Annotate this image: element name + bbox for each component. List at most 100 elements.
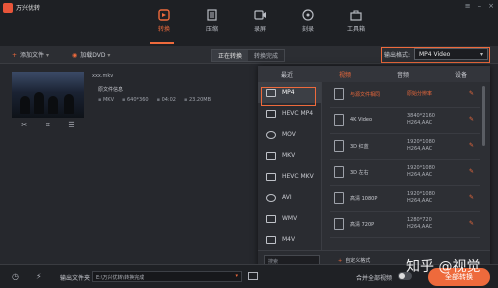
window-controls: ≡ – × [465, 2, 494, 10]
tab-burn-label: 刻录 [301, 26, 314, 33]
video-file-icon [266, 172, 276, 181]
preset-icon [334, 192, 344, 204]
status-segment: 正在转换 转换完成 [211, 49, 286, 62]
format-label: HEVC MKV [282, 173, 314, 180]
preset-resolution: 1920*1080 [407, 139, 435, 145]
tab-record-label: 录屏 [253, 26, 266, 33]
format-item-hevc-mp4[interactable]: HEVC MP4 [258, 103, 321, 124]
preset-spec: 3840*2160 H264,AAC [407, 113, 435, 127]
preset-item[interactable]: 与源文件相同 原始分辨率 ✎ [330, 82, 480, 108]
tab-device[interactable]: 设备 [432, 66, 490, 82]
preset-name: 高清 720P [350, 222, 375, 228]
format-item-avi[interactable]: AVI [258, 187, 321, 208]
crop-icon[interactable]: ⌗ [46, 121, 50, 130]
main-nav: 转换 压缩 录屏 刻录 工具箱 [140, 8, 380, 33]
preset-item[interactable]: 3D 左右 1920*1080 H264,AAC ✎ [330, 160, 480, 186]
video-file-icon [266, 235, 276, 244]
tab-convert[interactable]: 转换 [140, 8, 188, 33]
format-item-hevc-mkv[interactable]: HEVC MKV [258, 166, 321, 187]
watermark: 知乎 @视觉 [406, 259, 481, 275]
merge-label: 合并全部视频 [356, 275, 393, 282]
mp4-highlight [261, 87, 316, 106]
meta-size: 23.20MB [184, 97, 211, 103]
preset-codec: H264,AAC [407, 146, 433, 152]
load-dvd-button[interactable]: ◉ 加载DVD ▾ [72, 50, 110, 59]
tab-recent[interactable]: 最近 [258, 66, 316, 82]
preset-spec: 1920*1080 H264,AAC [407, 139, 435, 153]
app-title: 万兴优转 [16, 5, 41, 12]
format-item-wmv[interactable]: WMV [258, 208, 321, 229]
toolbox-icon [350, 10, 362, 21]
convert-icon [158, 9, 170, 21]
video-thumbnail[interactable] [12, 72, 84, 118]
preset-icon [334, 114, 344, 126]
avi-icon [266, 193, 276, 202]
edit-icon[interactable]: ✎ [469, 116, 474, 123]
edit-icon[interactable]: ✎ [469, 168, 474, 175]
tab-compress-label: 压缩 [205, 26, 218, 33]
meta-resolution: 640*360 [122, 97, 149, 103]
format-item-mov[interactable]: MOV [258, 124, 321, 145]
preset-icon [334, 166, 344, 178]
tab-record[interactable]: 录屏 [236, 8, 284, 33]
file-meta: MKV 640*360 04:02 23.20MB [98, 97, 211, 103]
format-label: MKV [282, 152, 296, 159]
edit-icon[interactable]: ✎ [469, 194, 474, 201]
tab-audio[interactable]: 音频 [374, 66, 432, 82]
format-label: M4V [282, 236, 296, 243]
effects-icon[interactable]: ☰ [68, 121, 74, 130]
bolt-icon[interactable]: ⚡ [36, 272, 42, 281]
tab-compress[interactable]: 压缩 [188, 8, 236, 33]
edit-icon[interactable]: ✎ [469, 142, 474, 149]
format-label: WMV [282, 215, 298, 222]
cut-icon[interactable]: ✂ [21, 121, 27, 130]
preset-item[interactable]: 高清 720P 1280*720 H264,AAC ✎ [330, 212, 480, 238]
preset-name: 3D 红蓝 [350, 144, 369, 150]
preset-resolution: 原始分辨率 [407, 91, 433, 97]
add-file-button[interactable]: + 添加文件 ▾ [12, 50, 49, 59]
tab-video[interactable]: 视频 [316, 66, 374, 82]
app-logo [3, 3, 13, 13]
preset-item[interactable]: 4K Video 3840*2160 H264,AAC ✎ [330, 108, 480, 134]
output-folder-label: 输出文件夹 [60, 275, 91, 282]
preset-scrollbar[interactable] [482, 86, 485, 146]
preset-codec: H264,AAC [407, 198, 433, 204]
minimize-icon[interactable]: – [478, 2, 482, 10]
tab-converting[interactable]: 正在转换 [212, 50, 249, 61]
thumbnail-tools: ✂ ⌗ ☰ [12, 121, 84, 130]
title-bar: 万兴优转 ≡ – × 转换 压缩 录屏 刻录 工具箱 [0, 0, 498, 46]
tab-burn[interactable]: 刻录 [284, 8, 332, 33]
format-label: MOV [282, 131, 296, 138]
meta-format: MKV [98, 97, 114, 103]
format-item-m4v[interactable]: M4V [258, 229, 321, 250]
clock-icon[interactable]: ◷ [12, 272, 19, 281]
menu-icon[interactable]: ≡ [465, 2, 471, 10]
tab-toolbox-label: 工具箱 [346, 26, 365, 33]
edit-icon[interactable]: ✎ [469, 220, 474, 227]
preset-icon [334, 218, 344, 230]
preset-resolution: 1920*1080 [407, 191, 435, 197]
preset-spec: 原始分辨率 [407, 91, 432, 98]
custom-format-button[interactable]: + 自定义格式 [338, 257, 370, 264]
preset-codec: H264,AAC [407, 120, 433, 126]
preset-item[interactable]: 3D 红蓝 1920*1080 H264,AAC ✎ [330, 134, 480, 160]
preset-spec: 1920*1080 H264,AAC [407, 191, 435, 205]
format-label: AVI [282, 194, 292, 201]
output-path-field[interactable]: E:\万兴优转\转换完成 ▾ [92, 271, 242, 282]
edit-icon[interactable]: ✎ [469, 90, 474, 97]
plus-icon: + [12, 52, 18, 59]
active-tab-indicator [150, 42, 174, 44]
preset-name: 3D 左右 [350, 170, 369, 176]
preset-name: 4K Video [350, 117, 373, 123]
tab-toolbox[interactable]: 工具箱 [332, 8, 380, 33]
preset-icon [334, 140, 344, 152]
file-list: ✂ ⌗ ☰ xxx.mkv 原文件信息 MKV 640*360 04:02 23… [0, 64, 258, 264]
preset-icon [334, 88, 344, 100]
preset-item[interactable]: 高清 1080P 1920*1080 H264,AAC ✎ [330, 186, 480, 212]
format-item-mkv[interactable]: MKV [258, 145, 321, 166]
output-format-highlight [381, 47, 490, 63]
tab-converted[interactable]: 转换完成 [248, 50, 284, 61]
close-icon[interactable]: × [488, 2, 494, 10]
dvd-icon: ◉ [72, 52, 78, 59]
folder-icon[interactable] [248, 272, 258, 280]
